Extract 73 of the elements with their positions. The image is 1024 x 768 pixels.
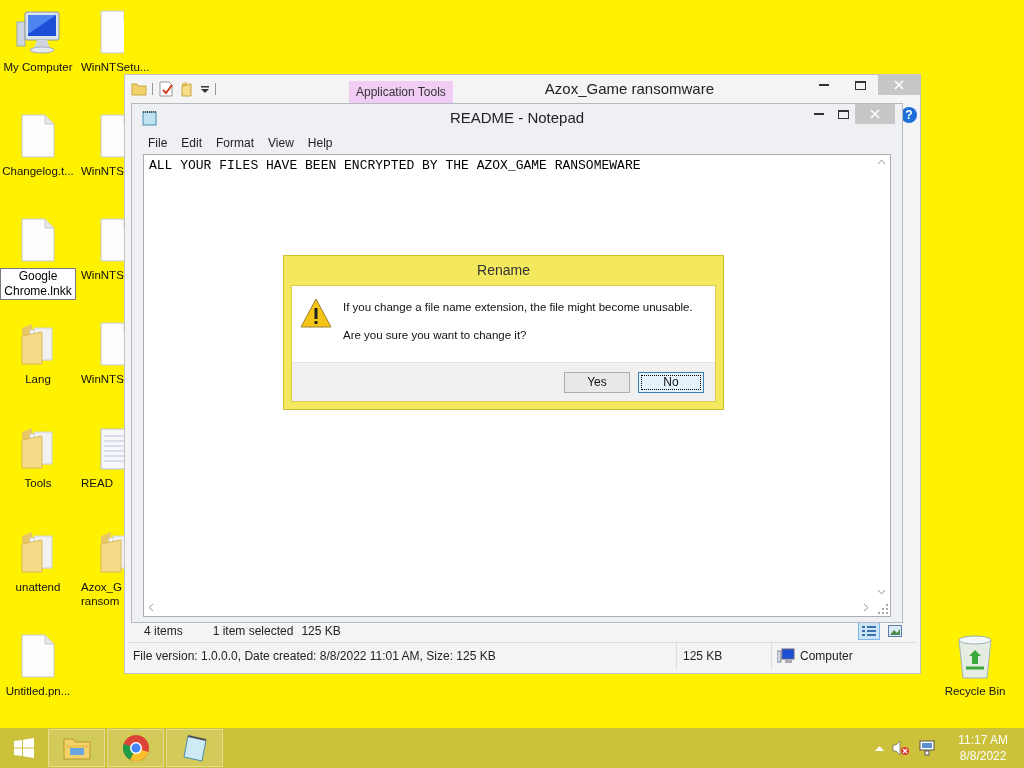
- icon-label: Lang: [25, 372, 51, 386]
- selection-size: 125 KB: [301, 624, 341, 638]
- file-size: 125 KB: [676, 643, 771, 669]
- windows-logo-icon: [14, 738, 34, 758]
- file-icon[interactable]: [21, 634, 55, 678]
- file-icon[interactable]: [100, 10, 124, 54]
- document-text: ALL YOUR FILES HAVE BEEN ENCRYPTED BY THE AZOX_GAME RANSOMEWARE: [148, 157, 642, 175]
- dialog-title: Rename: [476, 261, 531, 280]
- menu-item[interactable]: Edit: [174, 136, 210, 150]
- new-folder-icon[interactable]: [179, 81, 195, 97]
- item-count: 4 items: [144, 624, 183, 638]
- dialog-button[interactable]: No: [638, 371, 704, 393]
- folder-icon[interactable]: [131, 81, 147, 97]
- menu-item[interactable]: View: [261, 136, 301, 150]
- menu-item[interactable]: File: [141, 136, 175, 150]
- folder-icon: [61, 735, 92, 761]
- location-label: Computer: [800, 649, 853, 663]
- icon-label: Recycle Bin: [944, 684, 1006, 698]
- file-icon[interactable]: [100, 218, 124, 262]
- menu-item[interactable]: Help: [300, 136, 340, 150]
- recycle-bin-icon[interactable]: [956, 634, 994, 680]
- close-icon: [894, 80, 904, 90]
- file-icon[interactable]: [21, 114, 55, 158]
- scroll-left-icon[interactable]: [148, 603, 154, 612]
- taskbar-button[interactable]: [166, 729, 223, 767]
- rename-field[interactable]: Google Chrome.lnkk: [0, 268, 76, 300]
- file-icon[interactable]: [21, 218, 55, 262]
- maximize-icon: [854, 80, 866, 90]
- icon-label: Azox_G ransom: [80, 580, 122, 608]
- show-hidden-icons-icon[interactable]: [875, 745, 885, 751]
- icon-label: unattend: [15, 580, 61, 594]
- network-icon[interactable]: [918, 740, 937, 756]
- file-details: File version: 1.0.0.0, Date created: 8/8/2022 11:01 AM, Size: 125 KB: [132, 648, 497, 665]
- icon-label: Untitled.pn...: [5, 684, 71, 698]
- large-icons-view-icon: [888, 625, 902, 637]
- maximize-icon: [837, 109, 849, 119]
- dropdown-icon[interactable]: [200, 84, 210, 94]
- muted-speaker-icon[interactable]: [892, 740, 911, 756]
- close-icon: [870, 109, 880, 119]
- window-title: README - Notepad: [449, 108, 585, 128]
- icon-label: Changelog.t...: [2, 164, 74, 178]
- scroll-right-icon[interactable]: [863, 603, 869, 612]
- properties-icon[interactable]: [158, 81, 174, 97]
- notepad-icon: [181, 734, 208, 762]
- icon-label: READ: [80, 476, 113, 490]
- dialog-message: If you change a file name extension, the file might become unusable.: [343, 301, 693, 313]
- icon-label: WinNTS: [80, 268, 124, 282]
- icon-label: My Computer: [3, 60, 73, 74]
- scroll-up-icon[interactable]: [877, 159, 886, 165]
- dialog-question: Are you sure you want to change it?: [343, 329, 528, 341]
- notepad-icon[interactable]: [142, 110, 158, 126]
- scroll-down-icon[interactable]: [877, 589, 886, 595]
- warning-icon: [300, 298, 332, 328]
- icon-label: WinNTS: [80, 164, 124, 178]
- selection-status: 1 item selected: [212, 624, 294, 638]
- computer-icon: [777, 648, 795, 664]
- taskbar-button[interactable]: [107, 729, 164, 767]
- taskbar-button[interactable]: [48, 729, 105, 767]
- minimize-icon: [814, 113, 824, 115]
- details-view-icon: [862, 626, 876, 636]
- icon-label: Tools: [24, 476, 52, 490]
- browser-icon: [121, 734, 150, 762]
- file-icon[interactable]: [100, 114, 124, 158]
- file-icon[interactable]: [100, 322, 124, 366]
- computer-icon[interactable]: [15, 10, 61, 54]
- window-title: Azox_Game ransomware: [543, 79, 716, 99]
- minimize-icon: [819, 84, 829, 86]
- dialog-button[interactable]: Yes: [564, 371, 630, 393]
- menu-item[interactable]: Format: [209, 136, 262, 150]
- icon-label: WinNTSetu...: [80, 60, 150, 74]
- context-tab[interactable]: Application Tools: [349, 81, 453, 103]
- text-file-icon[interactable]: [100, 426, 124, 470]
- icon-label: WinNTS: [80, 372, 124, 386]
